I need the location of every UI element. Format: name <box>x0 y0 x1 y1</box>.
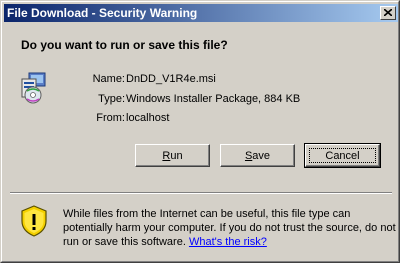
run-label-rest: un <box>170 149 183 162</box>
save-label-rest: ave <box>252 149 271 162</box>
file-type-value: Windows Installer Package, 884 KB <box>126 93 301 105</box>
close-button[interactable] <box>380 6 396 20</box>
run-button[interactable]: Run <box>135 144 210 167</box>
msi-installer-icon <box>21 72 46 104</box>
file-type-label: Type: <box>98 93 125 105</box>
cancel-button[interactable]: Cancel <box>304 143 381 168</box>
file-from-label: From: <box>96 112 125 124</box>
warning-message: While files from the Internet can be use… <box>63 207 398 249</box>
dialog-frame: File Download - Security Warning Do you … <box>1 1 399 262</box>
focus-rect <box>309 148 376 163</box>
close-icon <box>384 9 392 16</box>
window-title: File Download - Security Warning <box>7 6 198 20</box>
file-from-value: localhost <box>126 112 170 124</box>
separator-highlight <box>10 193 392 194</box>
whats-the-risk-link[interactable]: What's the risk? <box>189 236 267 248</box>
dialog-question: Do you want to run or save this file? <box>21 38 228 52</box>
save-button[interactable]: Save <box>220 144 295 167</box>
title-bar[interactable]: File Download - Security Warning <box>4 4 398 22</box>
file-name-label: Name: <box>92 73 125 85</box>
shield-warning-icon <box>21 205 47 237</box>
file-name-value: DnDD_V1R4e.msi <box>126 73 216 85</box>
security-warning-dialog: File Download - Security Warning Do you … <box>0 0 400 263</box>
